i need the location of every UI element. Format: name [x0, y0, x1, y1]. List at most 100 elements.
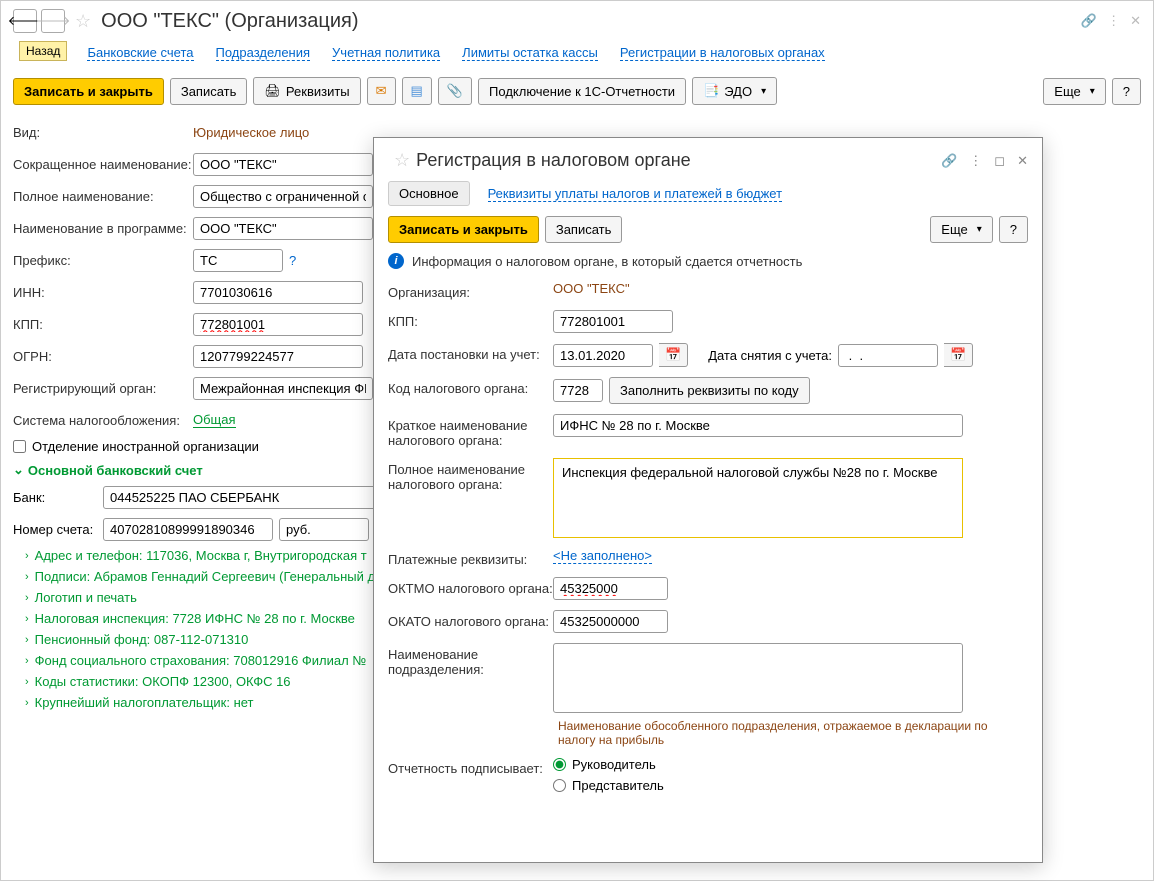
- inn-input[interactable]: [193, 281, 363, 304]
- modal-tax-code-input[interactable]: [553, 379, 603, 402]
- details-button[interactable]: 🖨Реквизиты: [253, 77, 360, 105]
- favorite-star-icon[interactable]: ☆: [75, 11, 91, 32]
- modal-info-text: Информация о налоговом органе, в который…: [412, 254, 802, 269]
- foreign-branch-label: Отделение иностранной организации: [32, 439, 259, 454]
- modal-menu-icon[interactable]: ⋮: [969, 153, 982, 169]
- tax-system-link[interactable]: Общая: [193, 412, 236, 428]
- edo-icon: 📑: [703, 83, 719, 99]
- chevron-right-icon: ›: [25, 613, 29, 625]
- modal-payment-label: Платежные реквизиты:: [388, 548, 553, 567]
- edo-button[interactable]: 📑ЭДО: [692, 77, 777, 105]
- full-name-label: Полное наименование:: [13, 189, 193, 204]
- prefix-label: Префикс:: [13, 253, 193, 268]
- back-button[interactable]: 🡐: [13, 9, 37, 33]
- modal-org-label: Организация:: [388, 281, 553, 300]
- menu-dots-icon[interactable]: ⋮: [1107, 13, 1120, 29]
- chevron-right-icon: ›: [25, 676, 29, 688]
- signer-head-radio[interactable]: [553, 758, 566, 771]
- modal-subdiv-hint: Наименование обособленного подразделения…: [558, 719, 1028, 747]
- modal-signer-label: Отчетность подписывает:: [388, 757, 553, 776]
- modal-oktmo-label: ОКТМО налогового органа:: [388, 577, 553, 596]
- account-label: Номер счета:: [13, 522, 103, 537]
- info-icon: i: [388, 253, 404, 269]
- modal-full-name-textarea[interactable]: Инспекция федеральной налоговой службы №…: [553, 458, 963, 538]
- calendar-button[interactable]: 📅: [944, 343, 973, 367]
- save-close-button[interactable]: Записать и закрыть: [13, 78, 164, 105]
- modal-reg-date-input[interactable]: [553, 344, 653, 367]
- fill-by-code-button[interactable]: Заполнить реквизиты по коду: [609, 377, 810, 404]
- modal-dereg-date-input[interactable]: [838, 344, 938, 367]
- more-button[interactable]: Еще: [1043, 78, 1105, 105]
- calendar-button[interactable]: 📅: [659, 343, 688, 367]
- attach-button[interactable]: 📎: [438, 77, 472, 105]
- connect-1c-button[interactable]: Подключение к 1С-Отчетности: [478, 78, 686, 105]
- tax-system-label: Система налогообложения:: [13, 413, 193, 428]
- modal-tab-payments[interactable]: Реквизиты уплаты налогов и платежей в бю…: [488, 186, 782, 202]
- kpp-input[interactable]: [193, 313, 363, 336]
- reg-org-label: Регистрирующий орган:: [13, 381, 193, 396]
- modal-save-button[interactable]: Записать: [545, 216, 623, 243]
- forward-button[interactable]: 🡒: [41, 9, 65, 33]
- modal-short-name-label: Краткое наименование налогового органа:: [388, 414, 553, 448]
- tab-subdivisions[interactable]: Подразделения: [216, 45, 311, 61]
- modal-more-button[interactable]: Еще: [930, 216, 992, 243]
- short-name-input[interactable]: [193, 153, 373, 176]
- printer-icon: 🖨: [264, 83, 281, 99]
- chevron-down-icon: ⌄: [13, 462, 24, 478]
- foreign-branch-checkbox[interactable]: [13, 440, 26, 453]
- help-button[interactable]: ?: [1112, 78, 1141, 105]
- modal-oktmo-input[interactable]: [553, 577, 668, 600]
- tab-bank-accounts[interactable]: Банковские счета: [87, 45, 193, 61]
- chevron-right-icon: ›: [25, 571, 29, 583]
- save-button[interactable]: Записать: [170, 78, 248, 105]
- modal-org-value: ООО "ТЕКС": [553, 281, 630, 296]
- modal-kpp-input[interactable]: [553, 310, 673, 333]
- chevron-right-icon: ›: [25, 655, 29, 667]
- ogrn-input[interactable]: [193, 345, 363, 368]
- program-name-label: Наименование в программе:: [13, 221, 193, 236]
- type-value: Юридическое лицо: [193, 125, 309, 140]
- modal-payment-link[interactable]: <Не заполнено>: [553, 548, 652, 564]
- modal-okato-label: ОКАТО налогового органа:: [388, 610, 553, 629]
- account-input[interactable]: [103, 518, 273, 541]
- prefix-input[interactable]: [193, 249, 283, 272]
- modal-close-icon[interactable]: ✕: [1017, 153, 1028, 169]
- modal-title: Регистрация в налоговом органе: [416, 150, 691, 171]
- modal-link-icon[interactable]: 🔗: [941, 153, 957, 169]
- modal-short-name-input[interactable]: [553, 414, 963, 437]
- favorite-star-icon[interactable]: ☆: [394, 150, 410, 171]
- tab-accounting-policy[interactable]: Учетная политика: [332, 45, 440, 61]
- back-tooltip: Назад: [19, 41, 67, 61]
- kpp-label: КПП:: [13, 317, 193, 332]
- modal-reg-date-label: Дата постановки на учет:: [388, 343, 553, 362]
- mail-button[interactable]: ✉: [367, 77, 396, 105]
- link-icon[interactable]: 🔗: [1081, 13, 1097, 29]
- modal-subdiv-textarea[interactable]: [553, 643, 963, 713]
- full-name-input[interactable]: [193, 185, 373, 208]
- inn-label: ИНН:: [13, 285, 193, 300]
- bank-input[interactable]: [103, 486, 383, 509]
- modal-dereg-date-label: Дата снятия с учета:: [708, 348, 832, 363]
- hint-icon[interactable]: ?: [289, 253, 296, 268]
- currency-input[interactable]: [279, 518, 369, 541]
- doc-button[interactable]: ▤: [402, 77, 432, 105]
- tax-registration-modal: ☆ Регистрация в налоговом органе 🔗 ⋮ ◻ ✕…: [373, 137, 1043, 863]
- signer-head-label: Руководитель: [572, 757, 656, 772]
- signer-rep-radio[interactable]: [553, 779, 566, 792]
- close-icon[interactable]: ✕: [1130, 13, 1141, 29]
- bank-label: Банк:: [13, 490, 103, 505]
- signer-rep-label: Представитель: [572, 778, 664, 793]
- ogrn-label: ОГРН:: [13, 349, 193, 364]
- reg-org-input[interactable]: [193, 377, 373, 400]
- modal-okato-input[interactable]: [553, 610, 668, 633]
- modal-full-name-label: Полное наименование налогового органа:: [388, 458, 553, 492]
- modal-help-button[interactable]: ?: [999, 216, 1028, 243]
- modal-tab-main[interactable]: Основное: [388, 181, 470, 206]
- modal-save-close-button[interactable]: Записать и закрыть: [388, 216, 539, 243]
- tab-tax-registrations[interactable]: Регистрации в налоговых органах: [620, 45, 825, 61]
- modal-subdiv-label: Наименование подразделения:: [388, 643, 553, 677]
- program-name-input[interactable]: [193, 217, 373, 240]
- modal-tax-code-label: Код налогового органа:: [388, 377, 553, 396]
- tab-cash-limits[interactable]: Лимиты остатка кассы: [462, 45, 598, 61]
- modal-maximize-icon[interactable]: ◻: [994, 153, 1005, 169]
